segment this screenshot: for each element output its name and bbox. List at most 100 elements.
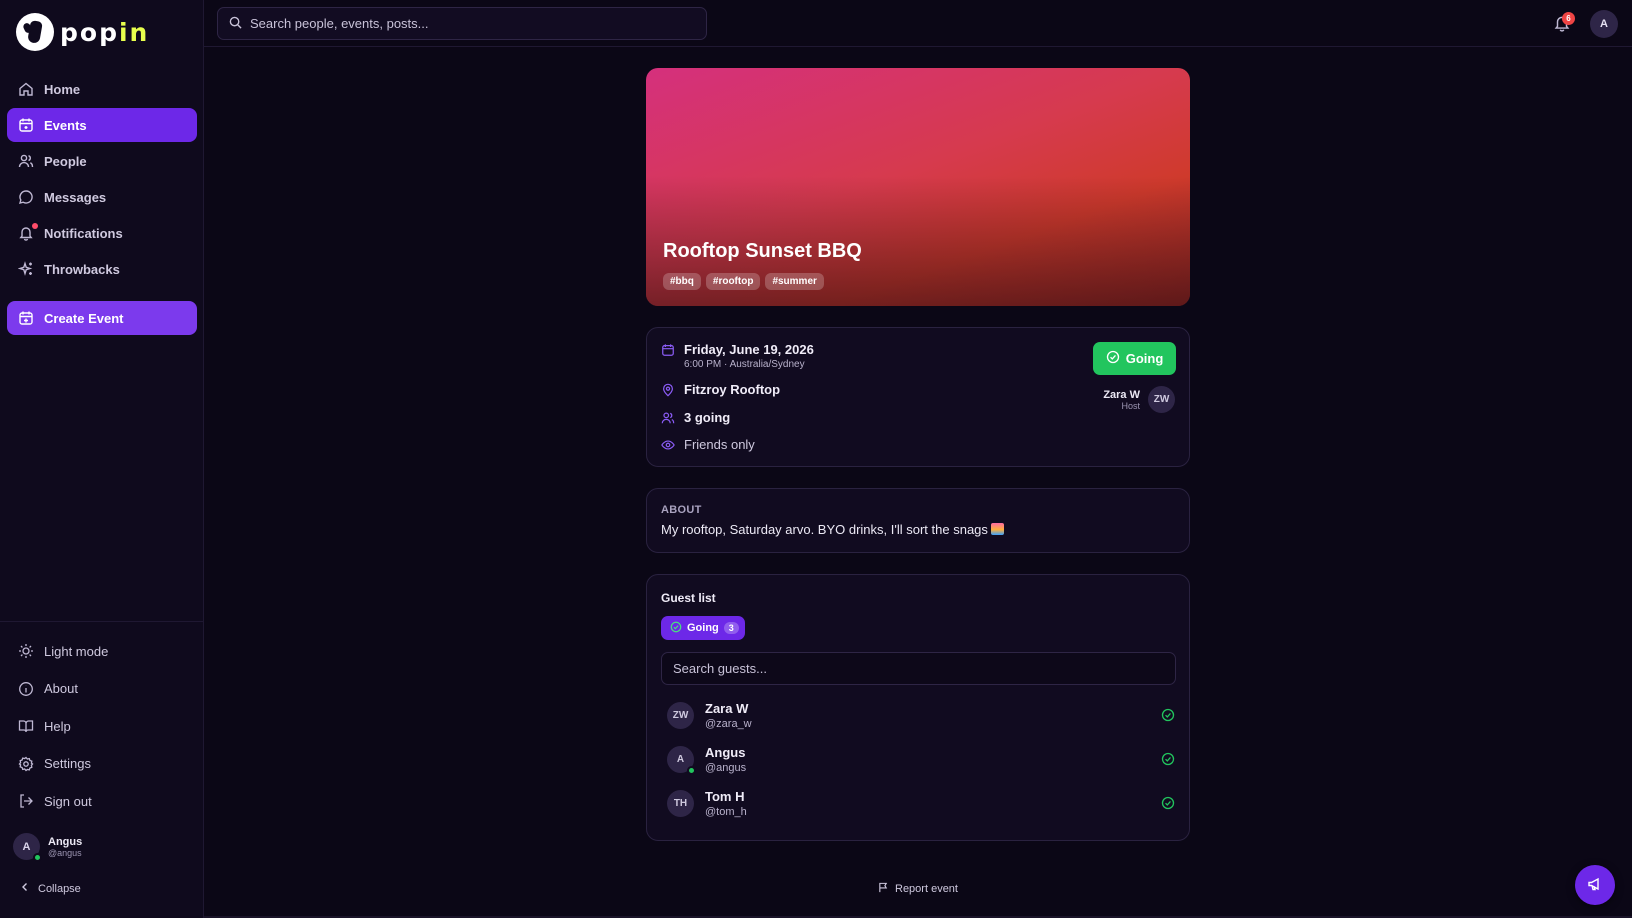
home-icon [18,81,34,97]
event-hero: Rooftop Sunset BBQ #bbq #rooftop #summer [646,68,1190,306]
sidebar-item-label: Help [44,718,71,734]
eye-icon [661,437,675,455]
check-circle-icon [670,621,682,636]
sidebar-item-throwbacks[interactable]: Throwbacks [7,252,197,286]
sidebar-item-label: Sign out [44,793,92,809]
current-user[interactable]: A Angus @angus [13,833,82,862]
report-event-link[interactable]: Report event [878,882,958,896]
sidebar-item-label: Light mode [44,643,109,659]
gear-icon [18,756,34,772]
guest-list-card: Guest list Going 3 ZW Zara W @zara_w A A… [646,574,1190,841]
search-input[interactable] [250,16,690,31]
guest-avatar: TH [667,789,694,817]
online-indicator [687,765,696,775]
users-icon [661,410,675,428]
user-meta: Angus @angus [48,836,82,858]
guest-name: Tom H [705,788,745,804]
guest-filter-label: Going [687,622,719,634]
going-count: 3 going [684,410,731,425]
sunset-emoji-icon [990,523,1004,535]
event-date-row: Friday, June 19, 2026 6:00 PM · Australi… [661,342,814,370]
guest-search[interactable] [661,652,1176,685]
sidebar-item-help[interactable]: Help [7,709,197,743]
sidebar-item-sign-out[interactable]: Sign out [7,784,197,818]
guest-avatar: A [667,745,696,775]
guest-name: Angus [705,744,746,760]
guest-handle: @angus [705,761,747,774]
event-tag[interactable]: #bbq [663,273,701,290]
sparkles-icon [18,261,34,277]
rsvp-going-button[interactable]: Going [1093,342,1176,375]
event-time: 6:00 PM · Australia/Sydney [684,359,805,370]
notification-count-badge: 6 [1562,12,1575,25]
sidebar-item-notifications[interactable]: Notifications [7,216,197,250]
logo-text: popin [60,17,150,47]
event-host[interactable]: Zara W Host ZW [1103,386,1175,413]
host-name: Zara W [1103,388,1140,401]
sidebar-item-about[interactable]: About [7,672,197,706]
event-tags: #bbq #rooftop #summer [663,273,824,290]
event-attendance-row: 3 going [661,410,730,428]
main-nav: Home Events People Messages Notification… [7,72,197,288]
sidebar-item-label: Messages [44,189,107,205]
about-card: ABOUT My rooftop, Saturday arvo. BYO dri… [646,488,1190,553]
sidebar-item-light-mode[interactable]: Light mode [7,634,197,668]
sidebar-item-label: Throwbacks [44,261,120,277]
guest-search-input[interactable] [673,661,1163,676]
calendar-plus-icon [18,310,34,326]
collapse-button[interactable]: Collapse [20,882,81,895]
logo-icon [16,13,54,51]
about-text-row: My rooftop, Saturday arvo. BYO drinks, I… [661,522,1004,537]
guest-filter-going[interactable]: Going 3 [661,616,745,640]
sidebar-item-label: About [44,681,78,696]
message-icon [18,189,34,205]
list-item[interactable]: ZW Zara W @zara_w [667,697,1175,733]
event-location-row: Fitzroy Rooftop [661,382,780,400]
megaphone-icon [1587,876,1603,895]
create-event-label: Create Event [44,310,124,326]
book-icon [18,718,34,734]
logo[interactable]: popin [16,12,149,52]
map-pin-icon [661,382,675,400]
flag-icon [878,882,889,896]
rsvp-label: Going [1125,351,1164,366]
event-title: Rooftop Sunset BBQ [663,240,862,262]
sidebar-item-label: Home [44,81,81,97]
collapse-label: Collapse [38,882,81,895]
info-icon [18,681,34,697]
user-handle: @angus [48,847,82,858]
sidebar-item-home[interactable]: Home [7,72,197,106]
about-text: My rooftop, Saturday arvo. BYO drinks, I… [661,522,988,537]
guest-name: Zara W [705,700,749,716]
sun-icon [18,643,34,659]
top-bar: 6 A [204,0,1632,47]
list-item[interactable]: TH Tom H @tom_h [667,785,1175,821]
guest-handle: @zara_w [705,717,752,730]
sidebar-item-people[interactable]: People [7,144,197,178]
sidebar-item-messages[interactable]: Messages [7,180,197,214]
sidebar-item-events[interactable]: Events [7,108,197,142]
user-name: Angus [48,835,83,848]
sidebar-divider [0,621,204,622]
event-date: Friday, June 19, 2026 [684,342,814,357]
notification-dot [32,223,38,229]
check-circle-icon [1161,752,1175,766]
event-tag[interactable]: #summer [765,273,824,290]
sidebar: popin Home Events People Messages Notifi… [0,0,204,918]
create-event-button[interactable]: Create Event [7,301,197,335]
logout-icon [18,793,34,809]
host-meta: Zara W Host [1103,389,1140,411]
profile-avatar[interactable]: A [1590,10,1618,38]
sidebar-item-settings[interactable]: Settings [7,747,197,781]
feedback-button[interactable] [1575,865,1615,905]
sidebar-item-label: Notifications [44,225,123,241]
check-circle-icon [1161,708,1175,722]
global-search[interactable] [217,7,707,40]
search-icon [229,16,242,32]
chevron-left-icon [20,882,30,895]
event-tag[interactable]: #rooftop [705,273,761,290]
list-item[interactable]: A Angus @angus [667,741,1175,777]
sidebar-item-label: People [44,153,87,169]
avatar: A [13,833,42,862]
sidebar-item-label: Settings [44,756,91,771]
